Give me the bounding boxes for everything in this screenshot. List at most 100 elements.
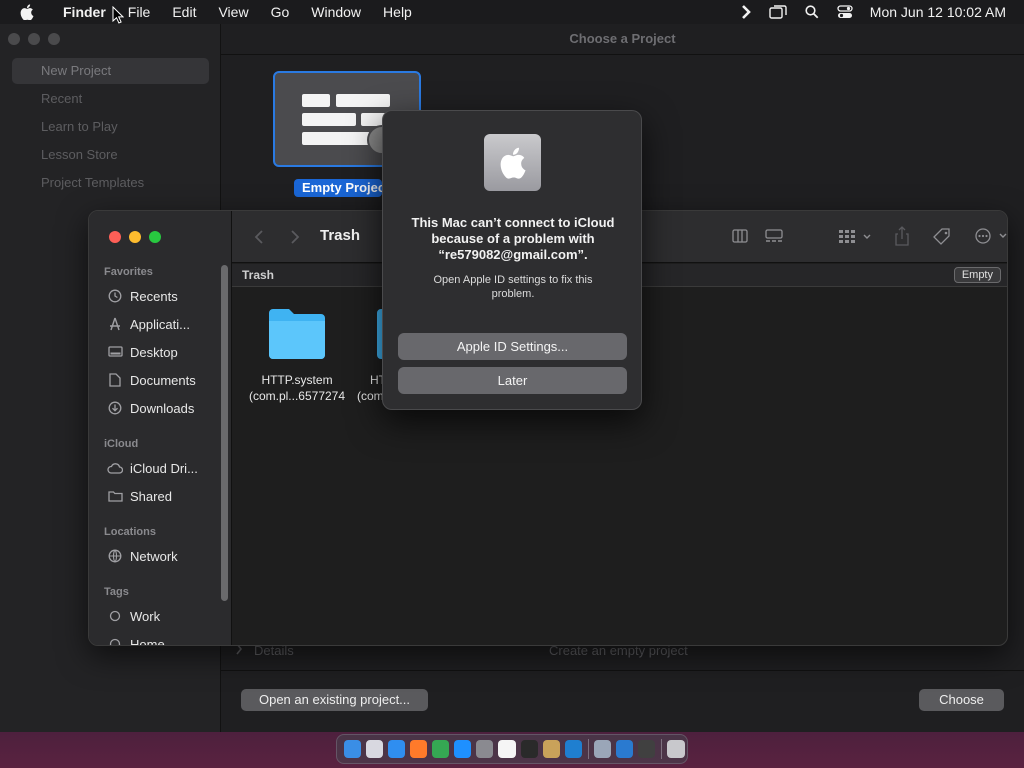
chevron-right-icon[interactable]: [741, 5, 751, 19]
section-favorites: Favorites: [104, 266, 153, 278]
file-name-line1: HTTP.system: [261, 373, 333, 387]
zoom-button[interactable]: [149, 231, 161, 243]
apple-logo-icon[interactable]: [18, 4, 36, 20]
back-button[interactable]: [254, 229, 264, 245]
finder-sidebar: Favorites Recents Applicati... Desktop D…: [89, 211, 232, 646]
section-tags: Tags: [104, 586, 129, 598]
menu-view[interactable]: View: [207, 4, 259, 20]
sidebar-item-shared[interactable]: Shared: [107, 485, 172, 507]
share-icon[interactable]: [894, 226, 910, 246]
document-icon: [107, 373, 123, 387]
sidebar-item-network[interactable]: Network: [107, 545, 178, 567]
sidebar-item-recents[interactable]: Recents: [107, 285, 178, 307]
empty-trash-button[interactable]: Empty: [953, 267, 1001, 283]
system-settings-icon[interactable]: [476, 740, 494, 758]
sidebar-item-desktop[interactable]: Desktop: [107, 341, 178, 363]
choose-button[interactable]: Choose: [919, 689, 1004, 711]
sidebar-item-icloud-drive[interactable]: iCloud Dri...: [107, 457, 198, 479]
later-button[interactable]: Later: [398, 367, 627, 394]
preview-icon[interactable]: [594, 740, 612, 758]
control-center-icon[interactable]: [837, 5, 853, 19]
sidebar-item-label: Home: [130, 636, 165, 646]
group-by-icon[interactable]: [838, 228, 872, 244]
launchpad-icon[interactable]: [365, 740, 383, 758]
sidebar-scrollbar[interactable]: [221, 265, 228, 601]
textedit-icon[interactable]: [498, 740, 516, 758]
column-view-icon[interactable]: [732, 228, 748, 244]
screen-mirroring-icon[interactable]: [769, 5, 787, 19]
sidebar-item-label: Applicati...: [130, 316, 190, 332]
sidebar-item-project-templates[interactable]: Project Templates: [12, 170, 209, 196]
gallery-view-icon[interactable]: [764, 228, 784, 244]
sidebar-item-documents[interactable]: Documents: [107, 369, 196, 391]
file-item[interactable]: HTTP.system (com.pl...6577274: [242, 307, 352, 404]
chrome-icon[interactable]: [432, 740, 450, 758]
more-actions-icon[interactable]: [974, 228, 1007, 244]
shared-folder-icon: [107, 490, 123, 502]
sidebar-item-label: Network: [130, 548, 178, 564]
app-store-icon[interactable]: [454, 740, 472, 758]
menu-help[interactable]: Help: [372, 4, 423, 20]
sidebar-item-learn-to-play[interactable]: Learn to Play: [12, 114, 209, 140]
spotlight-search-icon[interactable]: [805, 5, 819, 19]
menu-go[interactable]: Go: [260, 4, 301, 20]
mouse-cursor-icon: [112, 6, 124, 24]
sidebar-item-tag-home[interactable]: Home: [107, 633, 165, 646]
file-name-line2: (com.pl...6577274: [248, 389, 346, 403]
apple-id-settings-button[interactable]: Apple ID Settings...: [398, 333, 627, 360]
window-controls: [109, 231, 161, 243]
path-label: Trash: [242, 268, 275, 282]
globe-icon: [107, 549, 123, 563]
tag-icon[interactable]: [932, 227, 952, 247]
sidebar-item-tag-work[interactable]: Work: [107, 605, 160, 627]
firefox-icon[interactable]: [409, 740, 428, 758]
template-label[interactable]: Empty Project: [294, 179, 382, 197]
trash-icon[interactable]: [667, 740, 685, 758]
minimize-button[interactable]: [28, 33, 40, 45]
tag-dot-icon: [107, 610, 123, 622]
dialog-title: This Mac can’t connect to iCloud because…: [411, 215, 615, 262]
sidebar-item-label: Documents: [130, 372, 196, 388]
close-button[interactable]: [8, 33, 20, 45]
footer-divider: [221, 670, 1024, 671]
menu-window[interactable]: Window: [300, 4, 372, 20]
safari-icon[interactable]: [387, 740, 405, 758]
title-divider: [221, 54, 1024, 55]
dock-separator: [660, 739, 662, 759]
sidebar-item-new-project[interactable]: New Project: [12, 58, 209, 84]
menu-clock[interactable]: Mon Jun 12 10:02 AM: [870, 4, 1006, 20]
dock: [336, 734, 688, 764]
vscode-icon[interactable]: [564, 740, 583, 758]
forward-button[interactable]: [290, 229, 300, 245]
sidebar-item-applications[interactable]: Applicati...: [107, 313, 190, 335]
menu-edit[interactable]: Edit: [161, 4, 207, 20]
sidebar-item-lesson-store[interactable]: Lesson Store: [12, 142, 209, 168]
section-locations: Locations: [104, 526, 156, 538]
sidebar-item-downloads[interactable]: Downloads: [107, 397, 194, 419]
activity-monitor-icon[interactable]: [638, 740, 656, 758]
download-icon: [107, 401, 123, 415]
dialog-message: Open Apple ID settings to fix this probl…: [433, 274, 593, 300]
open-existing-project-button[interactable]: Open an existing project...: [241, 689, 428, 711]
applications-icon: [107, 317, 123, 331]
tag-dot-icon: [107, 638, 123, 645]
zoom-button[interactable]: [48, 33, 60, 45]
sidebar-item-label: Desktop: [130, 344, 178, 360]
terminal-icon[interactable]: [520, 740, 538, 758]
close-button[interactable]: [109, 231, 121, 243]
script-editor-icon[interactable]: [542, 740, 560, 758]
sidebar-item-recent[interactable]: Recent: [12, 86, 209, 112]
minimize-button[interactable]: [129, 231, 141, 243]
menu-app-name[interactable]: Finder: [52, 4, 117, 20]
quicktime-icon[interactable]: [616, 740, 634, 758]
icloud-alert-dialog: This Mac can’t connect to iCloud because…: [382, 110, 642, 410]
clock-icon: [107, 289, 123, 303]
folder-icon: [269, 309, 325, 359]
desktop-icon: [107, 345, 123, 359]
sidebar-item-label: Shared: [130, 488, 172, 504]
section-icloud: iCloud: [104, 438, 139, 450]
cloud-icon: [107, 462, 123, 474]
window-controls-inactive: [8, 33, 60, 45]
dock-separator: [587, 739, 589, 759]
finder-icon[interactable]: [343, 740, 361, 758]
